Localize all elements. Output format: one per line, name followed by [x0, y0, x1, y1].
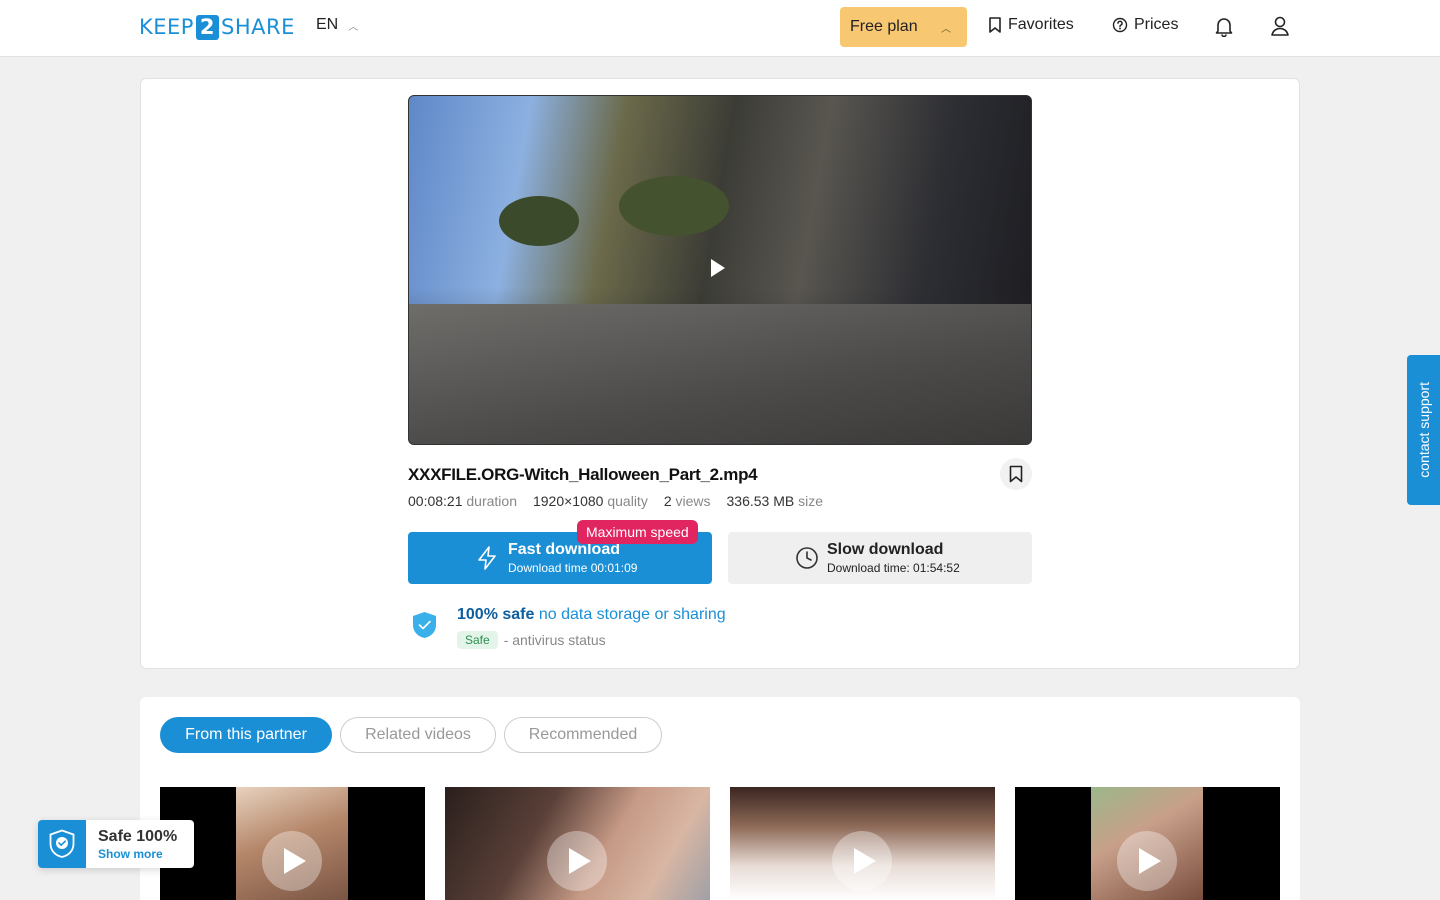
prices-label: Prices [1134, 16, 1179, 33]
favorites-label: Favorites [1008, 16, 1074, 33]
shield-check-icon [413, 612, 436, 638]
meta-duration: 00:08:21 duration [408, 493, 517, 509]
show-more-link[interactable]: Show more [98, 847, 163, 861]
help-circle-icon [1112, 17, 1128, 33]
clock-icon [796, 547, 818, 569]
video-thumbnail[interactable] [160, 787, 425, 900]
user-icon [1271, 16, 1289, 36]
slow-download-button[interactable]: Slow download Download time: 01:54:52 [728, 532, 1032, 584]
video-frame-tree [499, 196, 579, 246]
meta-views: 2 views [664, 493, 711, 509]
bookmark-icon [989, 17, 1001, 33]
video-thumbnail[interactable] [730, 787, 995, 900]
slow-download-title: Slow download [827, 541, 944, 558]
safety-headline-link[interactable]: no data storage or sharing [539, 606, 726, 623]
logo-keep: KEEP [139, 15, 194, 39]
fast-download-time: Download time 00:01:09 [508, 561, 638, 575]
tab-recommended[interactable]: Recommended [504, 717, 662, 753]
shield-check-icon [49, 829, 75, 858]
play-icon [832, 831, 892, 891]
safe-widget[interactable]: Safe 100% Show more [38, 820, 194, 868]
bookmark-icon [1009, 465, 1023, 483]
tab-from-this-partner[interactable]: From this partner [160, 717, 332, 753]
play-icon [1117, 831, 1177, 891]
views-value: 2 [663, 493, 672, 509]
size-label: size [798, 493, 824, 509]
maximum-speed-badge: Maximum speed [577, 520, 698, 544]
safe-widget-icon-box [38, 820, 86, 868]
safety-headline-bold: 100% safe [457, 606, 535, 623]
play-icon [547, 831, 607, 891]
lightning-icon [478, 546, 496, 570]
video-frame-tree [619, 176, 729, 236]
slow-download-time: Download time: 01:54:52 [827, 561, 960, 575]
free-plan-button[interactable]: Free plan ︿ [840, 7, 967, 47]
antivirus-status: Safe - antivirus status [457, 631, 606, 649]
video-thumbnail[interactable] [1015, 787, 1280, 900]
language-selector[interactable]: EN ︿ [316, 16, 358, 34]
size-value: 336.53 MB [726, 493, 795, 509]
views-label: views [675, 493, 711, 509]
quality-value: 1920×1080 [532, 493, 604, 509]
duration-value: 00:08:21 [408, 493, 463, 509]
add-to-favorites-button[interactable] [1000, 458, 1032, 490]
tab-related-videos[interactable]: Related videos [340, 717, 496, 753]
video-frame-street [409, 304, 1031, 444]
quality-label: quality [607, 493, 648, 509]
duration-label: duration [466, 493, 517, 509]
status-badge: Safe [457, 631, 498, 649]
contact-support-label: contact support [1415, 382, 1432, 478]
prices-link[interactable]: Prices [1112, 16, 1178, 34]
chevron-up-icon: ︿ [941, 23, 951, 35]
notifications-button[interactable] [1212, 14, 1236, 38]
file-meta: 00:08:21 duration 1920×1080 quality 2 vi… [408, 493, 823, 509]
logo-share: SHARE [220, 15, 295, 39]
safety-headline: 100% safe no data storage or sharing [457, 606, 726, 624]
contact-support-tab[interactable]: contact support [1407, 355, 1440, 505]
play-icon [711, 259, 725, 277]
language-label: EN [316, 16, 339, 33]
video-thumbnail[interactable] [445, 787, 710, 900]
antivirus-status-text: - antivirus status [503, 632, 606, 648]
chevron-up-icon: ︿ [348, 21, 359, 33]
logo-two: 2 [195, 14, 219, 40]
favorites-link[interactable]: Favorites [988, 16, 1074, 34]
meta-size: 336.53 MB size [727, 493, 824, 509]
top-header: KEEP 2 SHARE EN ︿ Free plan ︿ Favorites … [0, 0, 1440, 57]
account-button[interactable] [1268, 14, 1292, 38]
site-logo[interactable]: KEEP 2 SHARE [139, 14, 295, 40]
file-title: XXXFILE.ORG-Witch_Halloween_Part_2.mp4 [408, 465, 758, 484]
play-icon [262, 831, 322, 891]
bell-icon [1215, 18, 1233, 37]
meta-quality: 1920×1080 quality [533, 493, 648, 509]
video-preview[interactable] [408, 95, 1032, 445]
safe-widget-title: Safe 100% [98, 828, 178, 845]
free-plan-label: Free plan [850, 18, 918, 35]
